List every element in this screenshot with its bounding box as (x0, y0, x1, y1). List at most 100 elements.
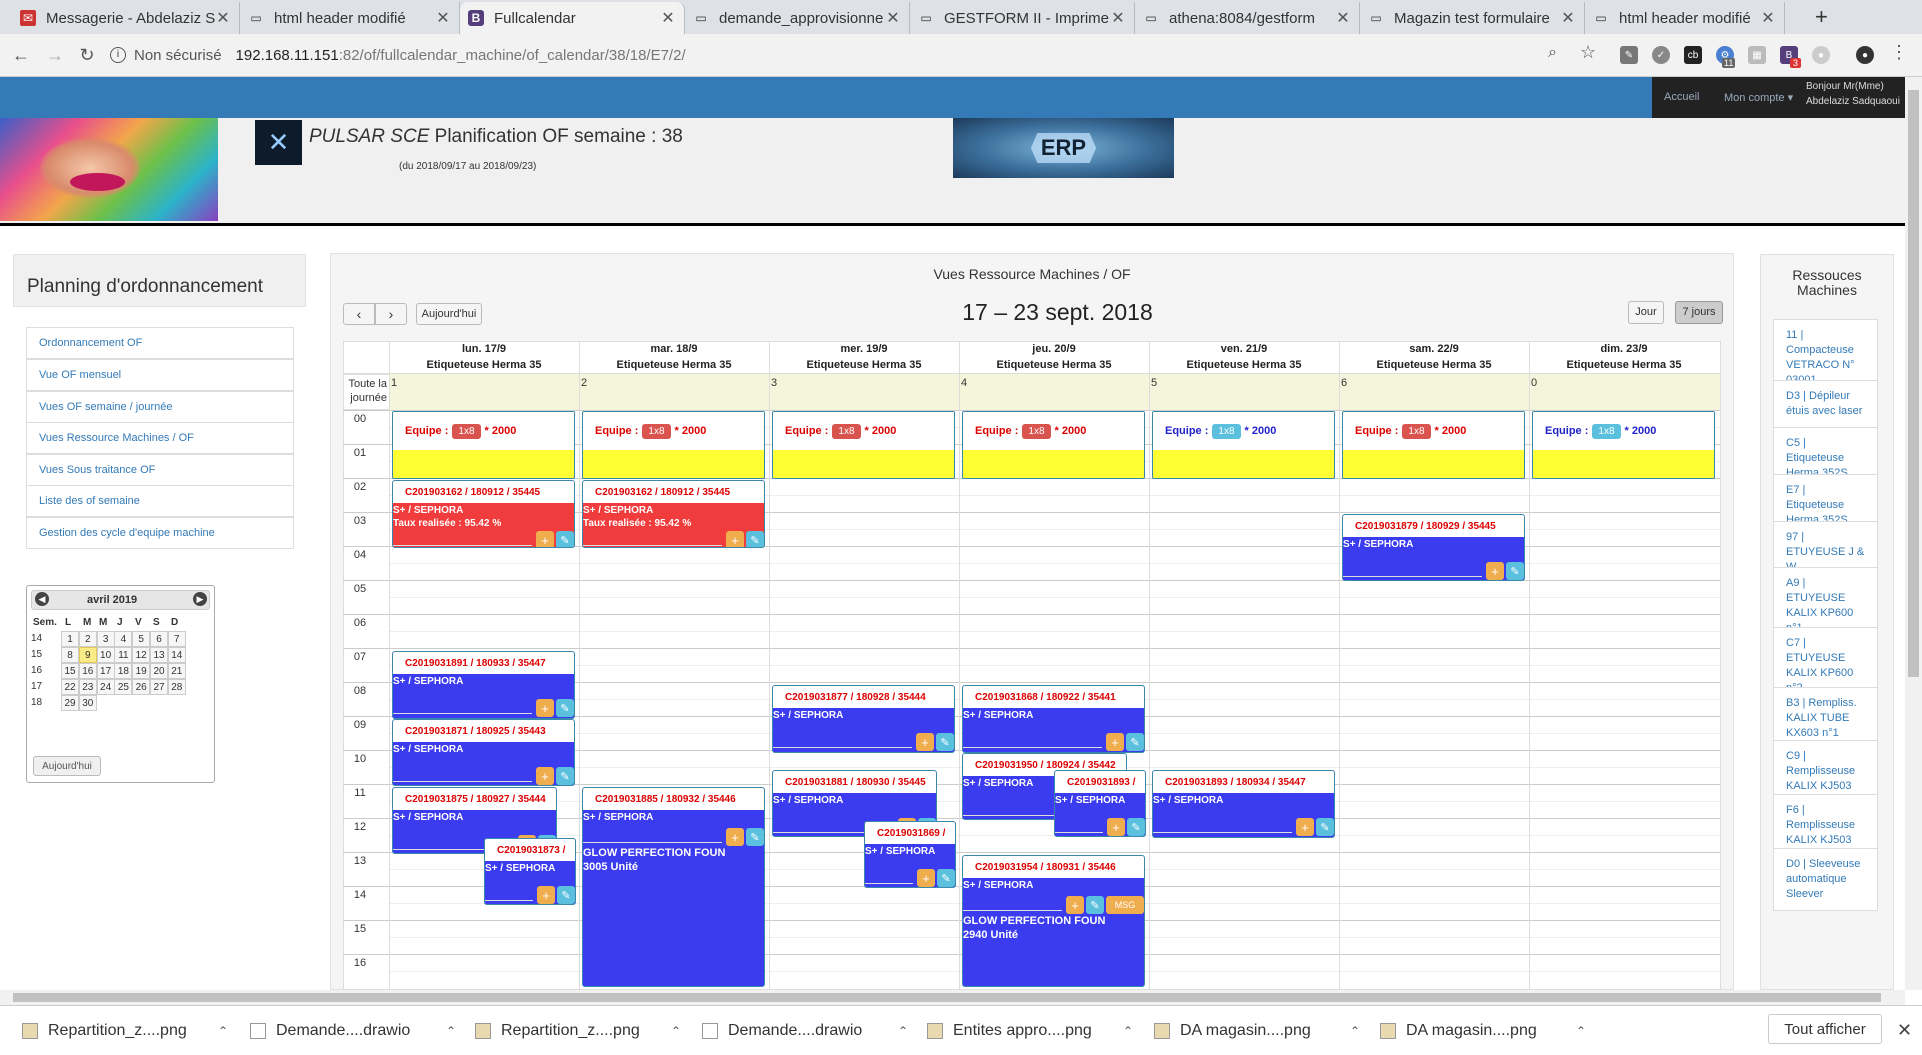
mini-calendar-day[interactable]: 3 (96, 631, 115, 647)
download-item[interactable]: DA magasin....png ⌃ (1380, 1018, 1586, 1044)
edit-icon[interactable]: ✎ (556, 767, 574, 785)
close-icon[interactable]: ✕ (1335, 8, 1351, 28)
nav-account-link[interactable]: Mon compte ▾ (1724, 91, 1793, 104)
menu-icon[interactable]: ⋮ (1890, 42, 1908, 63)
edit-icon[interactable]: ✎ (746, 828, 764, 846)
chevron-up-icon[interactable]: ⌃ (898, 1024, 908, 1038)
of-event[interactable]: C2019031871 / 180925 / 35443 S+ / SEPHORA… (392, 719, 575, 786)
url-field[interactable]: i Non sécurisé 192.168.11.151:82/of/full… (110, 40, 1580, 70)
close-icon[interactable]: ✕ (435, 8, 451, 28)
mini-calendar-day[interactable]: 27 (150, 679, 168, 695)
add-icon[interactable]: + (537, 886, 555, 904)
browser-tab[interactable]: ▭ Magazin test formulaire ✕ (1360, 2, 1585, 34)
calendar-today-button[interactable]: Aujourd'hui (416, 303, 482, 325)
chevron-up-icon[interactable]: ⌃ (1576, 1024, 1586, 1038)
new-tab-icon[interactable]: + (1815, 4, 1828, 30)
menu-vues-ressource-machines[interactable]: Vues Ressource Machines / OF (26, 422, 294, 454)
mini-calendar-day[interactable]: 4 (114, 631, 133, 647)
mini-calendar-day[interactable]: 13 (150, 647, 168, 663)
mini-calendar-day[interactable]: 20 (150, 663, 168, 679)
close-icon[interactable]: ✕ (885, 8, 901, 28)
menu-ordonnancement-of[interactable]: Ordonnancement OF (26, 327, 294, 359)
zoom-icon[interactable]: ⌕ (1548, 44, 1557, 62)
of-event[interactable]: C201903162 / 180912 / 35445 S+ / SEPHORA T… (582, 480, 765, 548)
prev-week-button[interactable]: ‹ (343, 303, 375, 325)
star-icon[interactable]: ☆ (1580, 42, 1596, 63)
mini-calendar-day[interactable]: 10 (96, 647, 115, 663)
of-event[interactable]: C2019031893 / S+ / SEPHORA + ✎ (1054, 770, 1146, 837)
of-event[interactable]: C2019031879 / 180929 / 35445 S+ / SEPHORA… (1342, 514, 1525, 581)
close-icon[interactable]: ✕ (1110, 8, 1126, 28)
add-icon[interactable]: + (917, 869, 935, 887)
resource-item[interactable]: D0 | Sleeveuse automatique Sleever (1773, 848, 1878, 911)
mini-calendar-day[interactable]: 21 (167, 663, 186, 679)
of-event[interactable]: C2019031893 / 180934 / 35447 S+ / SEPHORA… (1152, 770, 1335, 838)
mini-calendar-day[interactable]: 7 (167, 631, 186, 647)
next-week-button[interactable]: › (375, 303, 407, 325)
equipe-event[interactable]: Equipe :1x8 * 2000 (392, 411, 575, 479)
edit-icon[interactable]: ✎ (1506, 562, 1524, 580)
edit-icon[interactable]: ✎ (746, 531, 764, 547)
mini-calendar-day[interactable]: 15 (61, 663, 79, 679)
edit-icon[interactable]: ✎ (1316, 818, 1334, 836)
chevron-up-icon[interactable]: ⌃ (446, 1024, 456, 1038)
mini-calendar-day[interactable]: 25 (114, 679, 133, 695)
menu-vues-of-semaine[interactable]: Vues OF semaine / journée (26, 391, 294, 423)
week-view-button[interactable]: 7 jours (1675, 301, 1723, 324)
browser-tab-active[interactable]: B Fullcalendar ✕ (460, 2, 685, 34)
download-item[interactable]: Demande....drawio ⌃ (702, 1018, 908, 1044)
vertical-scrollbar[interactable] (1905, 77, 1922, 990)
equipe-event[interactable]: Equipe :1x8 * 2000 (1152, 411, 1335, 479)
chevron-up-icon[interactable]: ⌃ (218, 1024, 228, 1038)
of-event[interactable]: C2019031868 / 180922 / 35441 S+ / SEPHORA… (962, 685, 1145, 753)
eyedropper-icon[interactable]: ✎ (1620, 46, 1638, 64)
equipe-event[interactable]: Equipe :1x8 * 2000 (962, 411, 1145, 479)
mini-calendar-day[interactable]: 16 (78, 663, 97, 679)
resource-item[interactable]: D3 | Dépileur étuis avec laser (1773, 380, 1878, 428)
add-icon[interactable]: + (536, 699, 554, 717)
of-event[interactable]: C2019031869 / S+ / SEPHORA + ✎ (864, 821, 956, 888)
back-icon[interactable]: ← (8, 42, 34, 68)
mini-calendar-day[interactable]: 18 (114, 663, 133, 679)
edit-icon[interactable]: ✎ (1126, 733, 1144, 751)
edit-icon[interactable]: ✎ (1086, 896, 1104, 914)
chevron-up-icon[interactable]: ⌃ (671, 1024, 681, 1038)
equipe-event[interactable]: Equipe :1x8 * 2000 (582, 411, 765, 479)
edit-icon[interactable]: ✎ (1127, 818, 1145, 836)
mini-calendar-day[interactable]: 17 (96, 663, 115, 679)
menu-vue-of-mensuel[interactable]: Vue OF mensuel (26, 359, 294, 391)
add-icon[interactable]: + (1486, 562, 1504, 580)
download-item[interactable]: Repartition_z....png ⌃ (475, 1018, 681, 1044)
add-icon[interactable]: + (1296, 818, 1314, 836)
mini-calendar-day[interactable]: 1 (61, 631, 79, 647)
mini-calendar-day[interactable]: 9 (78, 647, 97, 663)
msg-button[interactable]: MSG (1106, 896, 1144, 914)
add-icon[interactable]: + (726, 828, 744, 846)
close-icon[interactable]: ✕ (1760, 8, 1776, 28)
extension-icon[interactable]: ✓ (1652, 46, 1670, 64)
download-item[interactable]: DA magasin....png ⌃ (1154, 1018, 1360, 1044)
add-icon[interactable]: + (1107, 818, 1125, 836)
browser-tab[interactable]: ✉ Messagerie - Abdelaziz S ✕ (12, 2, 240, 34)
edit-icon[interactable]: ✎ (936, 733, 954, 751)
add-icon[interactable]: + (1066, 896, 1084, 914)
of-event[interactable]: C2019031877 / 180928 / 35444 S+ / SEPHORA… (772, 685, 955, 753)
nav-home-link[interactable]: Accueil (1664, 91, 1699, 103)
chevron-up-icon[interactable]: ⌃ (1350, 1024, 1360, 1038)
close-icon[interactable]: ✕ (1560, 8, 1576, 28)
prev-month-icon[interactable]: ◀ (35, 592, 49, 606)
menu-gestion-cycle-equipe[interactable]: Gestion des cycle d'equipe machine (26, 517, 294, 549)
mini-calendar-day[interactable]: 14 (167, 647, 186, 663)
mini-calendar-day[interactable]: 30 (78, 695, 97, 711)
close-icon[interactable]: ✕ (215, 8, 231, 28)
download-item[interactable]: Entites appro....png ⌃ (927, 1018, 1133, 1044)
chevron-up-icon[interactable]: ⌃ (1123, 1024, 1133, 1038)
show-all-button[interactable]: Tout afficher (1768, 1014, 1882, 1044)
of-event[interactable]: C2019031873 / S+ / SEPHORA + ✎ (484, 838, 576, 905)
mini-calendar-day[interactable]: 12 (132, 647, 151, 663)
mini-calendar-day[interactable]: 28 (167, 679, 186, 695)
profile-icon[interactable]: ● (1856, 46, 1874, 64)
reload-icon[interactable]: ↻ (74, 42, 100, 68)
extension-icon[interactable]: cb (1684, 46, 1702, 64)
close-icon[interactable]: ✕ (660, 8, 676, 28)
